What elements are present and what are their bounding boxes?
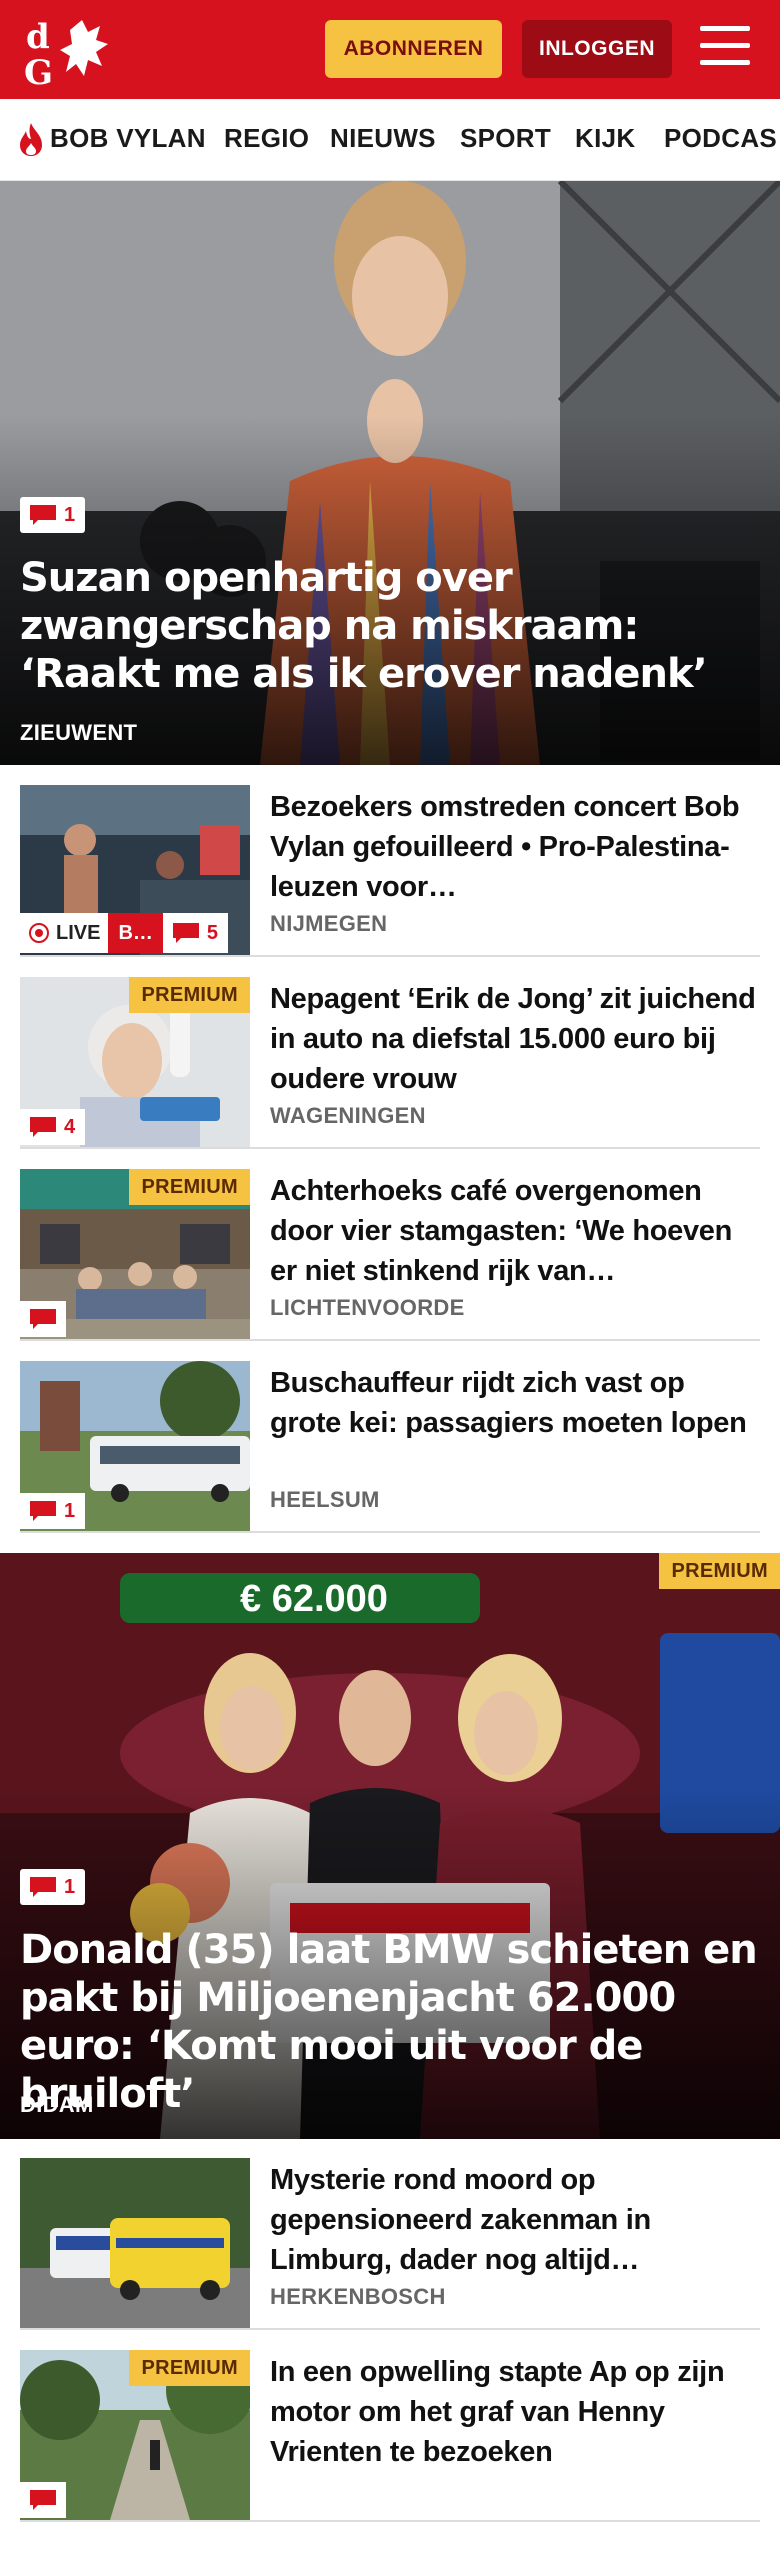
list-item[interactable]: PREMIUM Achterhoeks café overgenomen doo… (20, 1169, 760, 1341)
list-item[interactable]: 1 Buschauffeur rijdt zich vast op grote … (20, 1361, 760, 1533)
article-title[interactable]: Mysterie rond moord op gepensioneerd zak… (270, 2160, 760, 2280)
comment-icon (172, 923, 199, 943)
hero-article[interactable]: € 62.000 PREMIUM 1 Donald (35) laat BMW … (0, 1553, 780, 2139)
comment-icon (30, 1501, 56, 1521)
nav-item-regio[interactable]: REGIO (224, 123, 309, 154)
article-location: HEELSUM (270, 1487, 380, 1512)
comment-badge: 1 (20, 1493, 86, 1529)
comment-badge: 1 (20, 497, 86, 533)
list-item[interactable]: PREMIUM In een opwelling stapte Ap op zi… (20, 2350, 760, 2522)
menu-icon[interactable] (700, 26, 752, 70)
article-location: NIJMEGEN (270, 911, 388, 936)
live-badge: LIVE B… 5 (20, 913, 229, 953)
comment-icon (30, 1877, 56, 1897)
top-bar: d G ABONNEREN INLOGGEN (0, 0, 780, 99)
comment-badge (20, 1301, 66, 1337)
login-button[interactable]: INLOGGEN (522, 20, 672, 78)
comment-count: 4 (64, 1115, 76, 1138)
comment-count: 1 (64, 503, 76, 526)
subscribe-button[interactable]: ABONNEREN (325, 20, 502, 78)
live-label: LIVE (56, 921, 101, 944)
article-title[interactable]: In een opwelling stapte Ap op zijn motor… (270, 2352, 760, 2472)
hero-article[interactable]: 1 Suzan openhartig over zwangerschap na … (0, 181, 780, 765)
comment-count: 1 (64, 1499, 76, 1522)
nav-item-nieuws[interactable]: NIEUWS (330, 123, 436, 154)
premium-badge: PREMIUM (129, 977, 250, 1013)
comment-icon (30, 505, 56, 525)
article-location: HERKENBOSCH (270, 2284, 446, 2309)
article-location: WAGENINGEN (270, 1103, 426, 1128)
live-dot-icon (29, 923, 49, 943)
live-tag: B… (108, 913, 163, 953)
comment-icon (30, 1117, 56, 1137)
premium-badge: PREMIUM (129, 2350, 250, 2386)
article-title[interactable]: Buschauffeur rijdt zich vast op grote ke… (270, 1363, 760, 1443)
list-item[interactable]: PREMIUM 4 Nepagent ‘Erik de Jong’ zit ju… (20, 977, 760, 1149)
svg-text:G: G (24, 53, 53, 90)
article-title[interactable]: Nepagent ‘Erik de Jong’ zit juichend in … (270, 979, 760, 1099)
comment-badge: 4 (20, 1109, 86, 1145)
comment-badge (20, 2482, 66, 2518)
article-title[interactable]: Bezoekers omstreden concert Bob Vylan ge… (270, 787, 760, 907)
nav-item-sport[interactable]: SPORT (460, 123, 551, 154)
comment-icon (30, 1309, 56, 1329)
comment-icon (30, 2490, 56, 2510)
sign-text: € 62.000 (240, 1578, 388, 1620)
nav-item-kijk[interactable]: KIJK (575, 123, 635, 154)
premium-badge: PREMIUM (659, 1553, 780, 1589)
comment-count: 1 (64, 1875, 76, 1898)
section-nav: BOB VYLAN REGIO NIEUWS SPORT KIJK PODCAS (0, 99, 780, 181)
article-thumbnail (20, 2158, 250, 2328)
comment-badge: 1 (20, 1869, 86, 1905)
logo[interactable]: d G (22, 14, 114, 93)
nav-item-podcast[interactable]: PODCAS (664, 123, 777, 154)
flame-icon (20, 123, 42, 156)
list-item[interactable]: Mysterie rond moord op gepensioneerd zak… (20, 2158, 760, 2330)
hero-title[interactable]: Donald (35) laat BMW schieten en pakt bi… (20, 1926, 760, 2118)
svg-text:d: d (26, 17, 50, 57)
hero-title[interactable]: Suzan openhartig over zwangerschap na mi… (20, 554, 760, 698)
nav-item-bob-vylan[interactable]: BOB VYLAN (50, 123, 206, 154)
article-title[interactable]: Achterhoeks café overgenomen door vier s… (270, 1171, 760, 1291)
premium-badge: PREMIUM (129, 1169, 250, 1205)
list-item[interactable]: LIVE B… 5 Bezoekers omstreden concert Bo… (20, 785, 760, 957)
article-location: LICHTENVOORDE (270, 1295, 465, 1320)
hero-location: ZIEUWENT (20, 720, 138, 745)
hero-location: DIDAM (20, 2092, 94, 2117)
comment-count: 5 (206, 921, 219, 944)
